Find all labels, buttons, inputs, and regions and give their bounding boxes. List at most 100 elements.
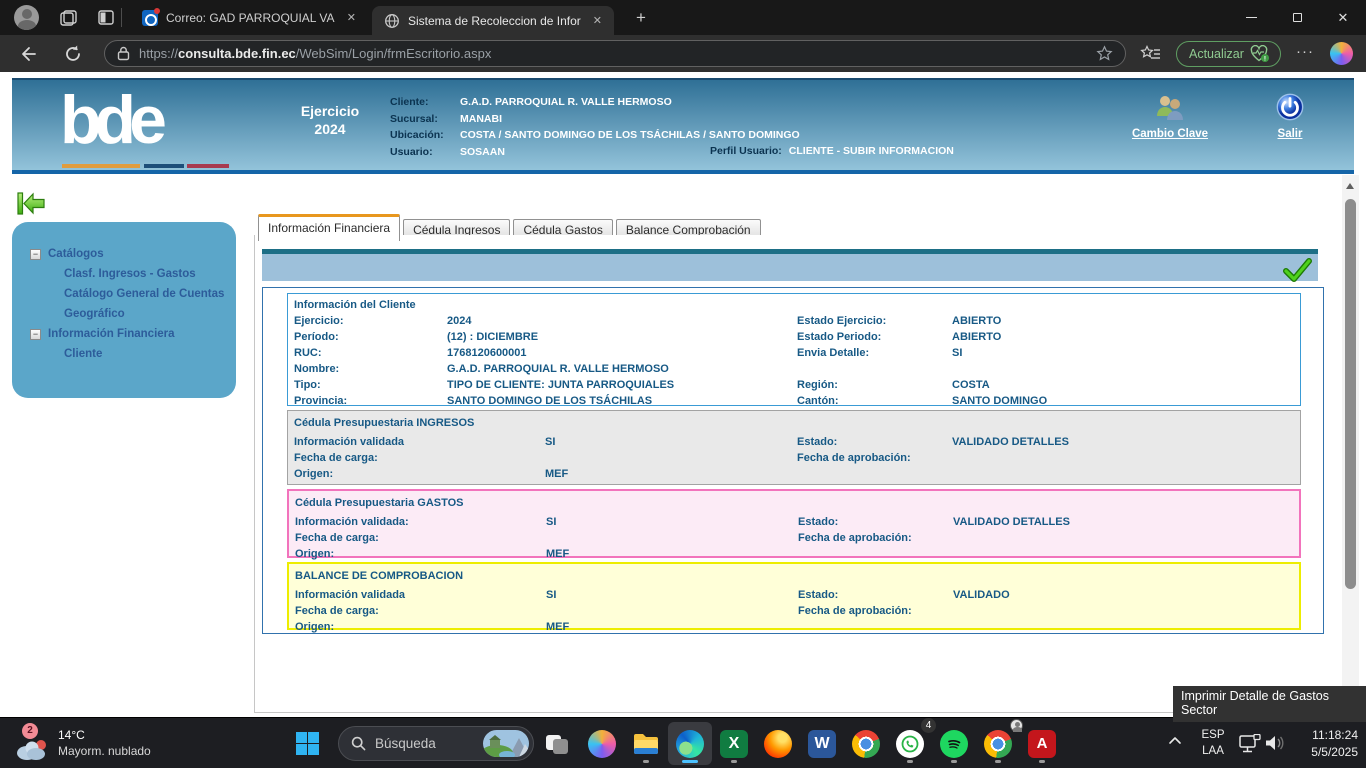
value: ABIERTO	[952, 329, 1294, 345]
check-icon[interactable]	[1282, 256, 1312, 284]
acrobat-button[interactable]: A	[1020, 722, 1064, 765]
weather-text: 14°C Mayorm. nublado	[58, 727, 151, 759]
label: Fecha de aprobación:	[798, 530, 953, 546]
language-indicator[interactable]: ESP LAA	[1194, 727, 1232, 759]
tree-collapse-icon[interactable]: −	[30, 249, 41, 260]
perfil-usuario: Perfil Usuario: CLIENTE - SUBIR INFORMAC…	[710, 145, 954, 158]
tab-content-panel: Información del Cliente Ejercicio: 2024 …	[254, 235, 1340, 713]
copilot-icon[interactable]	[1330, 42, 1353, 65]
section-title: Cédula Presupuestaria GASTOS	[295, 494, 1293, 512]
screen: Correo: GAD PARROQUIAL VALLE ✕ Sistema d…	[0, 0, 1366, 768]
section-ingresos: Cédula Presupuestaria INGRESOS Informaci…	[287, 410, 1301, 485]
window-minimize-button[interactable]	[1228, 0, 1274, 35]
firefox-button[interactable]	[756, 722, 800, 765]
label: Provincia:	[294, 393, 447, 409]
actualizar-button[interactable]: Actualizar !	[1176, 41, 1281, 67]
refresh-icon[interactable]	[62, 43, 84, 65]
taskbar-icons: X W 4	[536, 722, 1064, 765]
field-label: Cliente:	[390, 96, 460, 109]
window-close-button[interactable]: ✕	[1320, 0, 1366, 35]
copilot-app-button[interactable]	[580, 722, 624, 765]
green-back-arrow-icon[interactable]	[16, 190, 46, 217]
sidebar-item-informacion-financiera[interactable]: − Información Financiera	[12, 324, 236, 344]
health-heart-icon: !	[1250, 45, 1270, 63]
search-placeholder: Búsqueda	[375, 736, 436, 751]
tab-close-icon[interactable]: ✕	[343, 9, 360, 26]
value	[546, 603, 798, 619]
label: Fecha de aprobación:	[798, 603, 953, 619]
weather-widget[interactable]: 2 14°C Mayorm. nublado	[14, 723, 151, 763]
favorites-hub-icon[interactable]	[1140, 43, 1162, 65]
label: Información validada	[294, 434, 545, 450]
tab-informacion-financiera[interactable]: Información Financiera	[258, 214, 400, 241]
label: Envia Detalle:	[797, 345, 952, 361]
profile-avatar-icon[interactable]	[14, 5, 39, 30]
browser-menu-icon[interactable]: ···	[1296, 43, 1314, 60]
sidebar-item-clasf-ingresos-gastos[interactable]: Clasf. Ingresos - Gastos	[12, 264, 236, 284]
time: 11:18:24	[1311, 727, 1358, 744]
cambio-clave-link[interactable]: Cambio Clave	[1124, 94, 1216, 140]
chrome-button[interactable]	[844, 722, 888, 765]
label: Información validada	[295, 587, 546, 603]
tray-chevron-up-icon[interactable]	[1168, 736, 1182, 745]
clock[interactable]: 11:18:24 5/5/2025	[1311, 727, 1358, 760]
scrollbar-thumb[interactable]	[1345, 199, 1356, 589]
network-icon[interactable]	[1238, 734, 1262, 754]
value: VALIDADO DETALLES	[952, 434, 1294, 450]
value	[953, 546, 1293, 562]
explorer-icon	[632, 732, 660, 756]
search-icon	[351, 736, 366, 751]
file-explorer-button[interactable]	[624, 722, 668, 765]
edge-button[interactable]	[668, 722, 712, 765]
whatsapp-button[interactable]: 4	[888, 722, 932, 765]
word-button[interactable]: W	[800, 722, 844, 765]
label: Fecha de aprobación:	[797, 450, 952, 466]
field-label: Perfil Usuario:	[710, 145, 782, 158]
value: SI	[546, 587, 798, 603]
window-restore-button[interactable]	[1274, 0, 1320, 35]
workspaces-icon[interactable]	[58, 7, 80, 29]
url-bar[interactable]: https://consulta.bde.fin.ec/WebSim/Login…	[104, 40, 1126, 67]
lock-icon	[117, 46, 130, 61]
search-highlight-image[interactable]	[483, 730, 529, 757]
browser-tab-sistema[interactable]: Sistema de Recoleccion de Inform ✕	[372, 6, 614, 35]
new-tab-button[interactable]: +	[628, 5, 654, 31]
sidebar-item-geografico[interactable]: Geográfico	[12, 304, 236, 324]
value	[952, 466, 1294, 482]
tree-collapse-icon[interactable]: −	[30, 329, 41, 340]
spotify-button[interactable]	[932, 722, 976, 765]
sidebar-item-cliente[interactable]: Cliente	[12, 344, 236, 364]
weather-condition: Mayorm. nublado	[58, 743, 151, 759]
copilot-icon	[588, 730, 616, 758]
field-value: COSTA / SANTO DOMINGO DE LOS TSÁCHILAS /…	[460, 129, 800, 142]
chrome-icon	[852, 730, 880, 758]
salir-link[interactable]: Salir	[1260, 92, 1320, 140]
taskview-button[interactable]	[536, 722, 580, 765]
salir-label: Salir	[1260, 128, 1320, 140]
tab-close-icon[interactable]: ✕	[589, 12, 606, 29]
excel-button[interactable]: X	[712, 722, 756, 765]
sidebar-item-catalogo-general-cuentas[interactable]: Catálogo General de Cuentas	[12, 284, 236, 304]
tab-actions-icon[interactable]	[96, 7, 116, 27]
value: VALIDADO	[953, 587, 1293, 603]
search-box[interactable]: Búsqueda	[338, 726, 534, 761]
browser-tab-correo[interactable]: Correo: GAD PARROQUIAL VALLE ✕	[130, 0, 368, 35]
scrollbar-up-arrow-icon[interactable]	[1346, 183, 1354, 189]
favorite-star-icon[interactable]	[1096, 45, 1113, 62]
back-icon[interactable]	[16, 43, 38, 65]
taskbar: 2 14°C Mayorm. nublado Búsqueda	[0, 717, 1366, 768]
label	[797, 466, 952, 482]
label: Estado:	[797, 434, 952, 450]
sidebar-item-catalogos[interactable]: − Catálogos	[12, 244, 236, 264]
label: RUC:	[294, 345, 447, 361]
value: ABIERTO	[952, 313, 1294, 329]
start-button[interactable]	[296, 732, 319, 755]
sidebar-item-label: Geográfico	[64, 308, 125, 320]
speaker-icon[interactable]	[1264, 734, 1286, 752]
tab-title: Correo: GAD PARROQUIAL VALLE	[166, 11, 335, 25]
chrome-profile2-button[interactable]	[976, 722, 1020, 765]
value: MEF	[546, 619, 798, 635]
page-scrollbar[interactable]	[1342, 175, 1359, 717]
section-balance: BALANCE DE COMPROBACION Información vali…	[287, 562, 1301, 630]
label: Tipo:	[294, 377, 447, 393]
